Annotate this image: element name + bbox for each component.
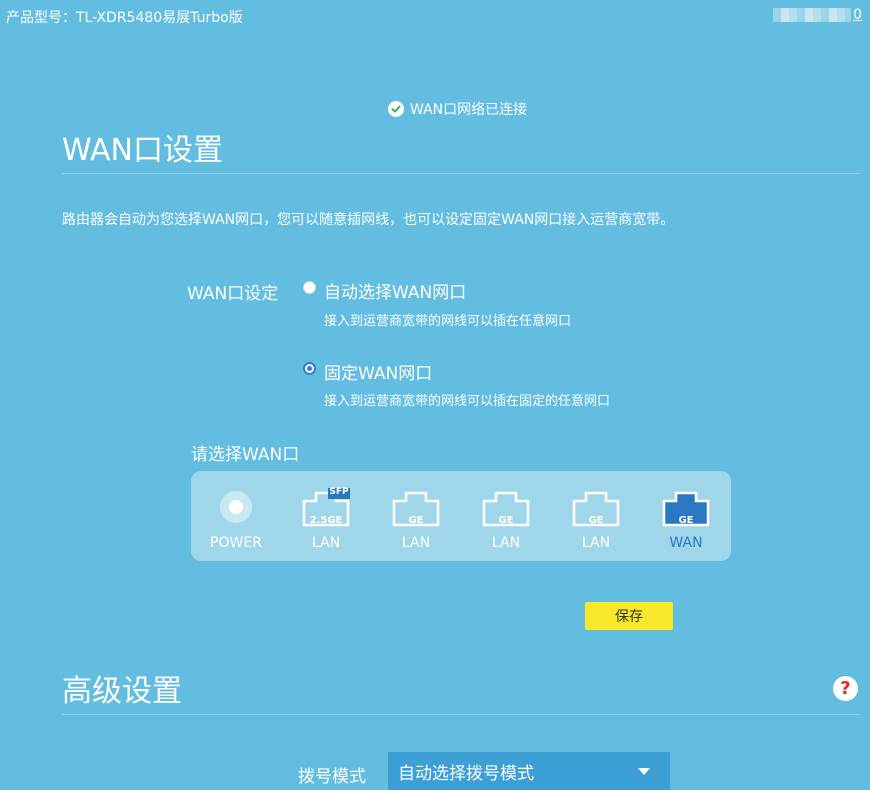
advanced-settings-title: 高级设置 [62, 674, 182, 709]
port-panel: POWER SFP 2.5GE LAN GE LAN GE LAN GE LAN [191, 471, 731, 561]
dial-mode-value: 自动选择拨号模式 [398, 763, 534, 784]
port-speed-badge: GE [588, 515, 604, 526]
user-account-link[interactable]: 0 [773, 7, 862, 23]
port-caption: POWER [210, 535, 262, 551]
connection-status-text: WAN口网络已连接 [410, 102, 528, 118]
port-speed-badge: GE [408, 515, 424, 526]
save-button[interactable]: 保存 [585, 602, 673, 630]
user-account-suffix: 0 [853, 7, 862, 23]
check-circle-icon [388, 101, 404, 117]
sfp-tag: SFP [329, 487, 349, 497]
dial-mode-label: 拨号模式 [298, 767, 366, 787]
port-caption: LAN [581, 535, 611, 551]
radio-fixed-label[interactable]: 固定WAN网口 [324, 359, 432, 384]
chevron-down-icon [638, 768, 650, 775]
port-caption: LAN [401, 535, 431, 551]
radio-option-auto[interactable]: 自动选择WAN网口 [303, 281, 483, 303]
radio-auto-label[interactable]: 自动选择WAN网口 [324, 278, 466, 303]
blurred-account-name [773, 8, 852, 22]
port-caption: LAN [491, 535, 521, 551]
select-wan-port-label: 请选择WAN口 [191, 445, 300, 465]
radio-fixed[interactable] [303, 362, 316, 375]
port-caption: LAN [311, 535, 341, 551]
wan-mode-label: WAN口设定 [187, 284, 279, 304]
question-mark-icon[interactable]: ? [833, 676, 858, 701]
port-speed-badge: GE [498, 515, 514, 526]
section-divider [62, 714, 860, 715]
radio-option-fixed[interactable]: 固定WAN网口 [303, 362, 463, 384]
radio-auto-hint: 接入到运营商宽带的网线可以插在任意网口 [324, 314, 572, 329]
radio-auto[interactable] [303, 281, 316, 294]
port-speed-badge: 2.5GE [309, 515, 343, 526]
product-model: 产品型号：TL-XDR5480易展Turbo版 [6, 10, 243, 26]
dial-mode-select[interactable]: 自动选择拨号模式 [388, 752, 670, 790]
power-icon [220, 491, 252, 523]
wan-settings-title: WAN口设置 [62, 133, 223, 168]
wan-settings-description: 路由器会自动为您选择WAN网口，您可以随意插网线，也可以设定固定WAN网口接入运… [62, 212, 675, 228]
port-speed-badge: GE [678, 515, 694, 526]
section-divider [62, 173, 860, 174]
radio-fixed-hint: 接入到运营商宽带的网线可以插在固定的任意网口 [324, 394, 611, 409]
port-caption: WAN [669, 535, 703, 551]
connection-status: WAN口网络已连接 [388, 99, 527, 119]
